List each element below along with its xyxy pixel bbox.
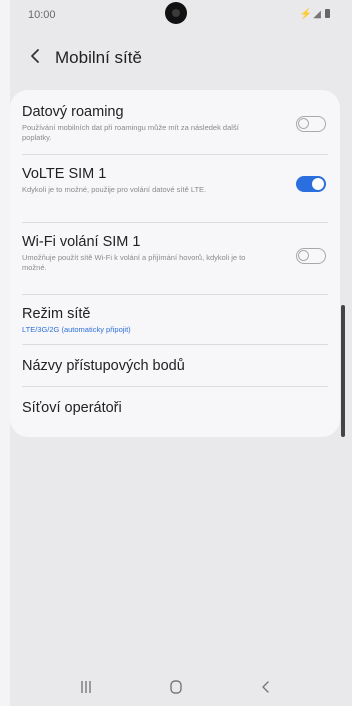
volte-toggle[interactable] bbox=[296, 176, 326, 192]
setting-title: Síťoví operátoři bbox=[22, 400, 122, 416]
app-header: Mobilní sítě bbox=[0, 38, 352, 78]
setting-title: Režim sítě bbox=[22, 306, 91, 322]
settings-card: Datový roaming Používání mobilních dat p… bbox=[10, 90, 340, 437]
wifi-calling-toggle[interactable] bbox=[296, 248, 326, 264]
home-icon bbox=[170, 680, 182, 694]
page-title: Mobilní sítě bbox=[55, 48, 142, 67]
toggle-knob bbox=[298, 250, 309, 261]
recent-apps-icon bbox=[81, 681, 91, 693]
setting-description: Umožňuje použít sítě Wi-Fi k volání a př… bbox=[22, 253, 246, 272]
toggle-knob bbox=[312, 178, 324, 190]
divider bbox=[22, 344, 328, 345]
divider bbox=[22, 154, 328, 155]
status-icons: ⚡◢ bbox=[300, 9, 330, 20]
setting-volte-sim1[interactable]: VoLTE SIM 1 Kdykoli je to možné, použije… bbox=[10, 160, 340, 216]
chevron-left-icon bbox=[31, 49, 39, 63]
setting-network-operators[interactable]: Síťoví operátoři bbox=[10, 390, 340, 426]
back-icon bbox=[262, 681, 269, 693]
setting-value: LTE/3G/2G (automaticky připojit) bbox=[22, 325, 131, 334]
setting-title: Názvy přístupových bodů bbox=[22, 358, 185, 374]
setting-title: Datový roaming bbox=[22, 104, 124, 120]
status-time: 10:00 bbox=[28, 9, 56, 21]
camera-cutout bbox=[165, 2, 187, 24]
scrollbar[interactable] bbox=[341, 305, 345, 437]
back-button[interactable] bbox=[28, 48, 48, 68]
setting-description: Používání mobilních dat při roamingu můž… bbox=[22, 123, 239, 142]
divider bbox=[22, 386, 328, 387]
setting-title: VoLTE SIM 1 bbox=[22, 166, 107, 182]
battery-icon bbox=[325, 9, 330, 18]
nav-back-button[interactable] bbox=[254, 678, 278, 696]
setting-title: Wi-Fi volání SIM 1 bbox=[22, 234, 141, 250]
recent-apps-button[interactable] bbox=[74, 678, 98, 696]
setting-description: Kdykoli je to možné, použije pro volání … bbox=[22, 185, 207, 194]
setting-wifi-calling-sim1[interactable]: Wi-Fi volání SIM 1 Umožňuje použít sítě … bbox=[10, 228, 340, 290]
data-roaming-toggle[interactable] bbox=[296, 116, 326, 132]
signal-icon: ⚡◢ bbox=[299, 9, 322, 20]
navigation-bar bbox=[0, 668, 352, 706]
divider bbox=[22, 222, 328, 223]
home-button[interactable] bbox=[164, 678, 188, 696]
setting-data-roaming[interactable]: Datový roaming Používání mobilních dat p… bbox=[10, 100, 340, 152]
divider bbox=[22, 294, 328, 295]
toggle-knob bbox=[298, 118, 309, 129]
screen-edge bbox=[0, 0, 10, 706]
setting-access-point-names[interactable]: Názvy přístupových bodů bbox=[10, 348, 340, 384]
status-bar: 10:00 ⚡◢ bbox=[0, 0, 352, 32]
setting-network-mode[interactable]: Režim sítě LTE/3G/2G (automaticky připoj… bbox=[10, 300, 340, 342]
